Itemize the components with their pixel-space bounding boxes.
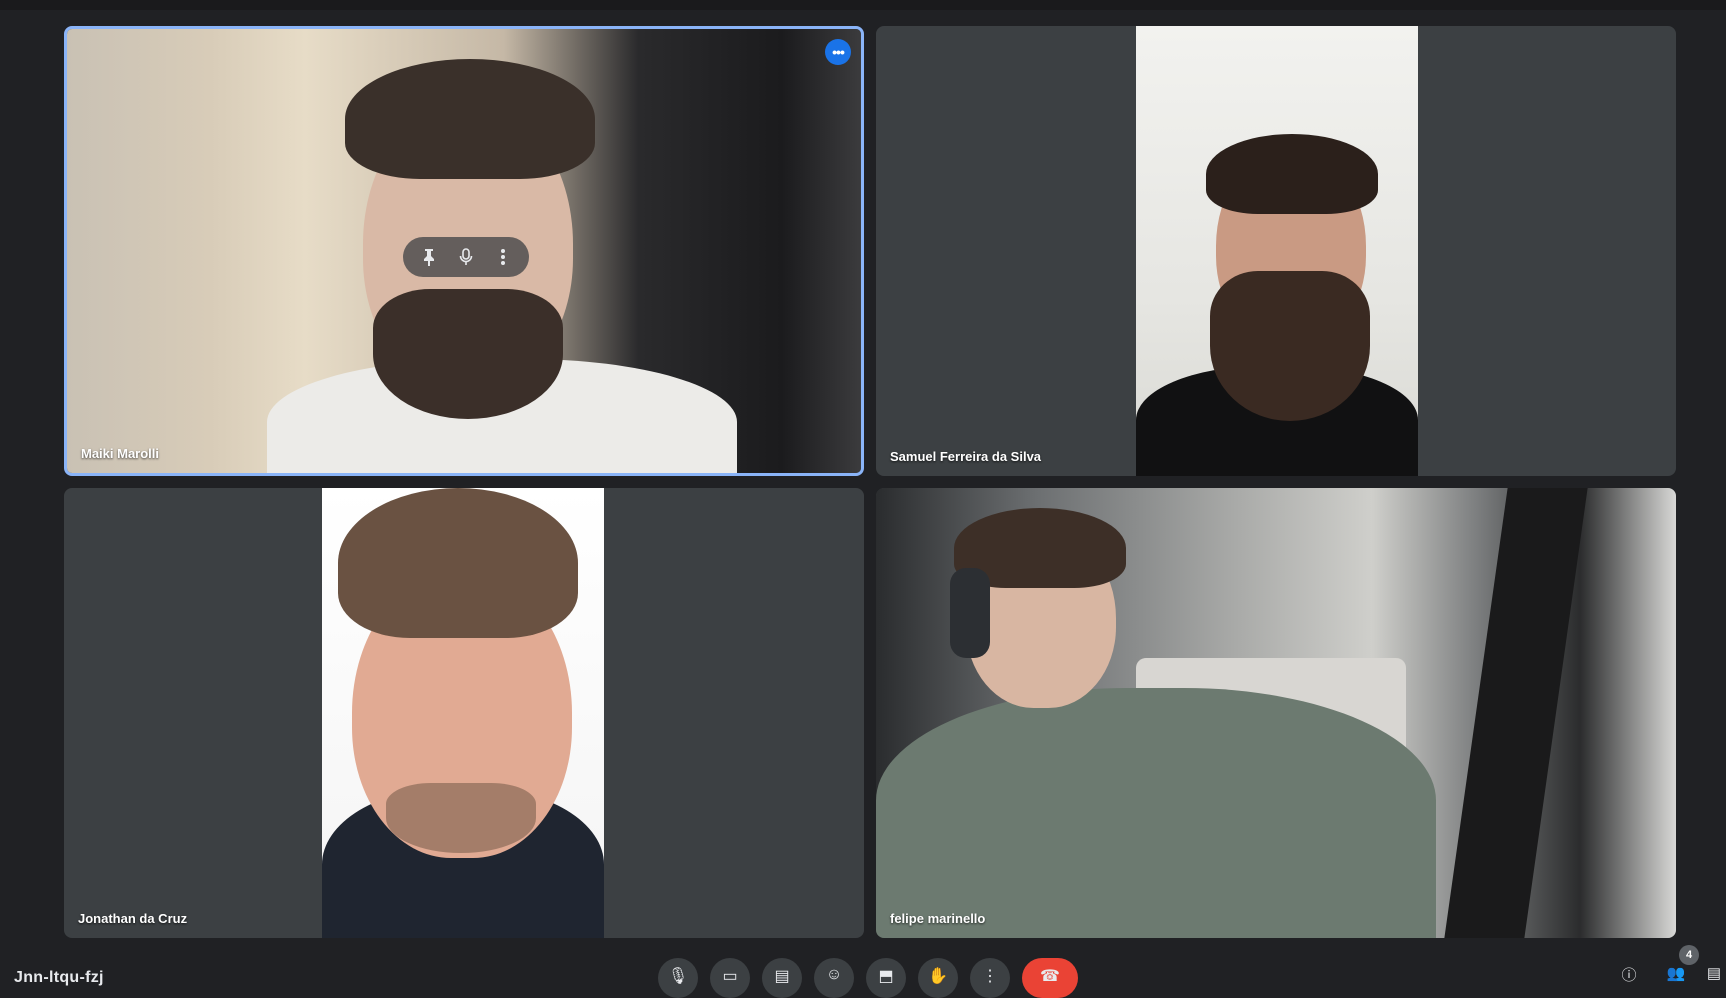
person-beard [373, 289, 563, 419]
more-vert-icon[interactable] [489, 243, 517, 271]
pin-icon[interactable] [415, 243, 443, 271]
emoji-button[interactable]: ☺ [814, 958, 854, 998]
info-icon: ⓘ [1621, 967, 1637, 984]
person-hair [345, 59, 595, 179]
person-body [876, 688, 1436, 938]
chat-icon: ▤ [1706, 965, 1722, 982]
camera-button[interactable]: ▭ [710, 958, 750, 998]
participant-name: felipe marinello [890, 911, 986, 926]
mic-icon: 🎙 [667, 968, 689, 985]
emoji-icon: ☺ [825, 966, 843, 983]
participant-video-3 [322, 488, 604, 938]
mic-button[interactable]: 🎙 [658, 958, 698, 998]
chat-button[interactable]: ▤ [1702, 964, 1726, 988]
more-options-icon: ⋮ [982, 968, 998, 985]
participants-grid: ••• Maiki Marolli Samuel Ferreira da Sil… [0, 0, 1726, 976]
participant-video-4 [876, 488, 1676, 938]
person-hair [338, 488, 578, 638]
people-button[interactable]: 👥 [1664, 964, 1688, 988]
present-button[interactable]: ⬒ [866, 958, 906, 998]
captions-icon: ▤ [774, 968, 790, 985]
tile-hover-controls [403, 237, 529, 277]
end-call-button[interactable]: ☎ [1022, 958, 1078, 998]
participant-tile-2[interactable]: Samuel Ferreira da Silva [876, 26, 1676, 476]
person-beard [1210, 271, 1370, 421]
participant-tile-4[interactable]: felipe marinello [876, 488, 1676, 938]
mic-icon[interactable] [452, 243, 480, 271]
people-count-badge: 4 [1679, 945, 1699, 965]
person-hair [1206, 134, 1378, 214]
end-call-icon: ☎ [1040, 968, 1060, 985]
tile-more-options-button[interactable]: ••• [825, 39, 851, 65]
people-icon: 👥 [1666, 965, 1686, 982]
camera-icon: ▭ [722, 968, 738, 985]
participant-name: Samuel Ferreira da Silva [890, 449, 1042, 464]
participant-name: Maiki Marolli [81, 446, 160, 461]
raise-hand-icon: ✋ [928, 968, 948, 985]
participant-tile-3[interactable]: Jonathan da Cruz [64, 488, 864, 938]
participant-name: Jonathan da Cruz [78, 911, 188, 926]
monitor [1444, 488, 1588, 938]
meeting-info-button[interactable]: ⓘ [1617, 964, 1641, 988]
present-icon: ⬒ [878, 968, 894, 985]
person-beard [386, 783, 536, 853]
bottom-control-bar [0, 950, 1726, 976]
raise-hand-button[interactable]: ✋ [918, 958, 958, 998]
captions-button[interactable]: ▤ [762, 958, 802, 998]
participant-video-2 [1136, 26, 1418, 476]
meeting-code: Jnn-ltqu-fzj [14, 969, 104, 986]
headset [950, 568, 990, 658]
participant-tile-1[interactable]: ••• Maiki Marolli [64, 26, 864, 476]
more-options-button[interactable]: ⋮ [970, 958, 1010, 998]
